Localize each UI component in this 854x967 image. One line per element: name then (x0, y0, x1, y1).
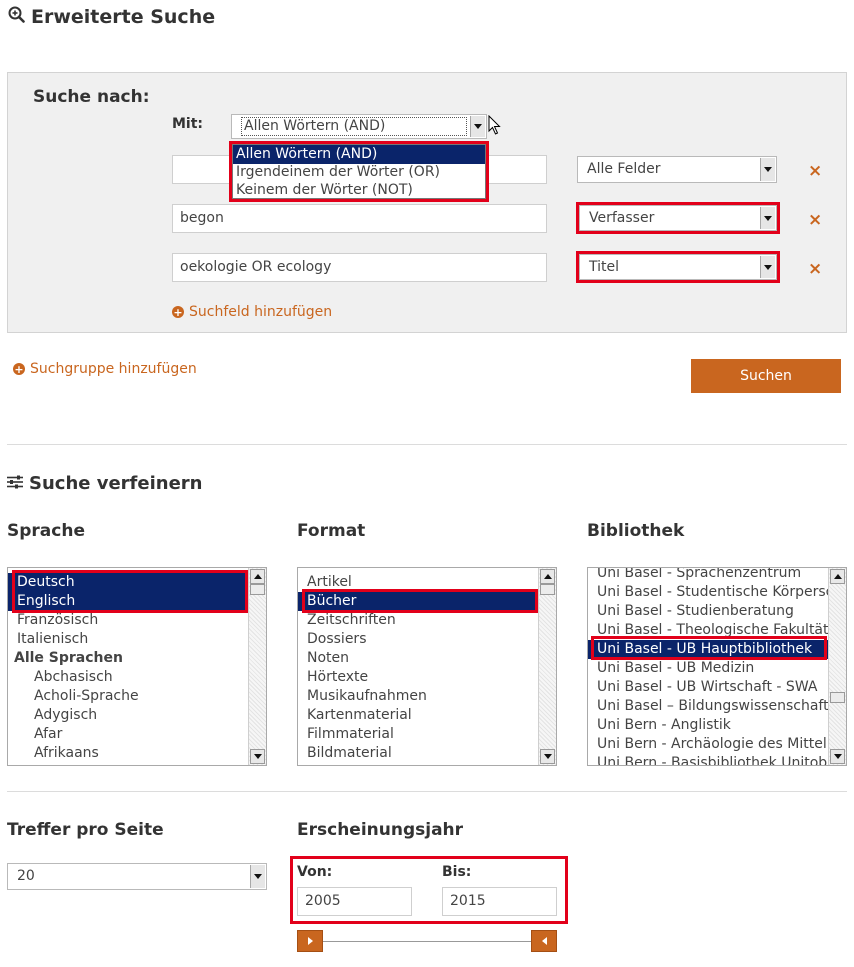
list-option[interactable]: Acholi-Sprache (8, 687, 248, 706)
field-select-2[interactable]: Verfasser (579, 205, 777, 231)
list-option[interactable]: Musikaufnahmen (298, 687, 538, 706)
search-button[interactable]: Suchen (691, 359, 841, 393)
zoom-in-icon (8, 6, 25, 28)
scroll-thumb[interactable] (540, 584, 555, 595)
field-select-2-value: Verfasser (589, 210, 655, 226)
field-select-1-value: Alle Felder (587, 161, 661, 177)
add-search-field-label: Suchfeld hinzufügen (189, 304, 333, 320)
match-select-value: Allen Wörtern (AND) (241, 117, 467, 136)
language-selection-highlight (12, 570, 248, 613)
list-option[interactable]: Alle Sprachen (8, 649, 248, 668)
sliders-icon (7, 473, 23, 494)
year-slider-max-handle[interactable] (531, 930, 557, 952)
year-from-input[interactable]: 2005 (297, 887, 412, 916)
list-option[interactable]: Französisch (8, 611, 248, 630)
chevron-down-icon[interactable] (470, 116, 485, 137)
list-option[interactable]: Afar (8, 725, 248, 744)
divider (7, 791, 847, 792)
page-title-text: Erweiterte Suche (31, 6, 216, 28)
library-scrollbar[interactable] (828, 568, 846, 765)
list-option[interactable]: Uni Basel - Studienberatung (588, 602, 828, 621)
list-option[interactable]: Uni Basel - Studentische Körperschaft (588, 583, 828, 602)
chevron-down-icon[interactable] (250, 865, 265, 888)
remove-field-3-icon[interactable]: × (808, 261, 822, 278)
match-label: Mit: (172, 116, 204, 132)
library-options: Uni Basel - Sprachenzentrum Uni Basel - S… (588, 568, 828, 765)
add-search-group-label: Suchgruppe hinzufügen (30, 361, 197, 377)
match-option-not[interactable]: Keinem der Wörter (NOT) (233, 182, 485, 200)
year-to-input[interactable]: 2015 (442, 887, 557, 916)
list-option[interactable]: Uni Bern - Archäologie des Mittelmeerrau… (588, 735, 828, 754)
format-scrollbar[interactable] (538, 568, 556, 765)
list-option[interactable]: Uni Basel - Sprachenzentrum (588, 568, 828, 583)
page-title: Erweiterte Suche (8, 6, 215, 28)
scroll-up-icon[interactable] (250, 569, 265, 584)
match-options-dropdown: Allen Wörtern (AND) Irgendeinem der Wört… (232, 144, 486, 199)
year-from-label: Von: (297, 864, 333, 880)
add-search-field-link[interactable]: + Suchfeld hinzufügen (172, 304, 332, 320)
search-group-title: Suche nach: (33, 87, 150, 107)
list-option[interactable]: Filmmaterial (298, 725, 538, 744)
list-option[interactable]: Uni Bern - Basisbibliothek Unitobler (588, 754, 828, 765)
refine-title-text: Suche verfeinern (29, 473, 203, 494)
library-selection-highlight (591, 636, 827, 660)
list-option[interactable]: Abchasisch (8, 668, 248, 687)
results-per-page-title: Treffer pro Seite (7, 820, 164, 840)
results-per-page-select[interactable]: 20 (7, 863, 267, 890)
list-option[interactable]: Afrikaans (8, 744, 248, 763)
scroll-thumb[interactable] (250, 584, 265, 595)
library-title: Bibliothek (587, 521, 685, 541)
search-term-input-3[interactable]: oekologie OR ecology (172, 253, 547, 282)
library-listbox[interactable]: Uni Basel - Sprachenzentrum Uni Basel - S… (587, 567, 847, 766)
chevron-down-icon[interactable] (760, 207, 775, 229)
list-option[interactable]: Adygisch (8, 706, 248, 725)
scroll-thumb[interactable] (830, 692, 845, 703)
add-search-group-link[interactable]: + Suchgruppe hinzufügen (13, 361, 197, 377)
scroll-down-icon[interactable] (830, 749, 845, 764)
format-title: Format (297, 521, 366, 541)
year-to-label: Bis: (442, 864, 472, 880)
year-slider-min-handle[interactable] (297, 930, 323, 952)
language-scrollbar[interactable] (248, 568, 266, 765)
list-option[interactable]: Uni Basel – Bildungswissenschaften (588, 697, 828, 716)
match-select[interactable]: Allen Wörtern (AND) (231, 114, 487, 139)
list-option[interactable]: Italienisch (8, 630, 248, 649)
field-select-3[interactable]: Titel (579, 254, 777, 280)
chevron-down-icon[interactable] (760, 256, 775, 278)
plus-circle-icon: + (172, 305, 184, 319)
match-option-and[interactable]: Allen Wörtern (AND) (233, 145, 485, 164)
list-option[interactable]: Zeitschriften (298, 611, 538, 630)
caret-left-icon (541, 937, 547, 945)
list-option[interactable]: Uni Bern - Anglistik (588, 716, 828, 735)
scroll-down-icon[interactable] (540, 749, 555, 764)
list-option[interactable]: Uni Basel - UB Medizin (588, 659, 828, 678)
search-term-input-2[interactable]: begon (172, 204, 547, 233)
divider (7, 444, 847, 445)
language-title: Sprache (7, 521, 85, 541)
caret-right-icon (307, 937, 313, 945)
list-option[interactable]: Uni Basel - UB Wirtschaft - SWA (588, 678, 828, 697)
match-option-or[interactable]: Irgendeinem der Wörter (OR) (233, 164, 485, 182)
scroll-up-icon[interactable] (540, 569, 555, 584)
scroll-down-icon[interactable] (250, 749, 265, 764)
field-select-1[interactable]: Alle Felder (577, 156, 777, 183)
list-option[interactable]: Dossiers (298, 630, 538, 649)
list-option[interactable]: Hörtexte (298, 668, 538, 687)
refine-title: Suche verfeinern (7, 473, 202, 494)
year-title: Erscheinungsjahr (297, 820, 464, 840)
remove-field-1-icon[interactable]: × (808, 163, 822, 180)
list-option[interactable]: Noten (298, 649, 538, 668)
results-per-page-value: 20 (17, 868, 35, 884)
remove-field-2-icon[interactable]: × (808, 212, 822, 229)
chevron-down-icon[interactable] (760, 158, 775, 181)
field-select-3-value: Titel (589, 259, 620, 275)
scroll-up-icon[interactable] (830, 569, 845, 584)
year-slider-track (323, 941, 531, 942)
mouse-cursor-icon (488, 114, 501, 140)
list-option[interactable]: Kartenmaterial (298, 706, 538, 725)
format-selection-highlight (302, 589, 538, 613)
list-option[interactable]: Bildmaterial (298, 744, 538, 763)
plus-circle-icon: + (13, 362, 25, 376)
